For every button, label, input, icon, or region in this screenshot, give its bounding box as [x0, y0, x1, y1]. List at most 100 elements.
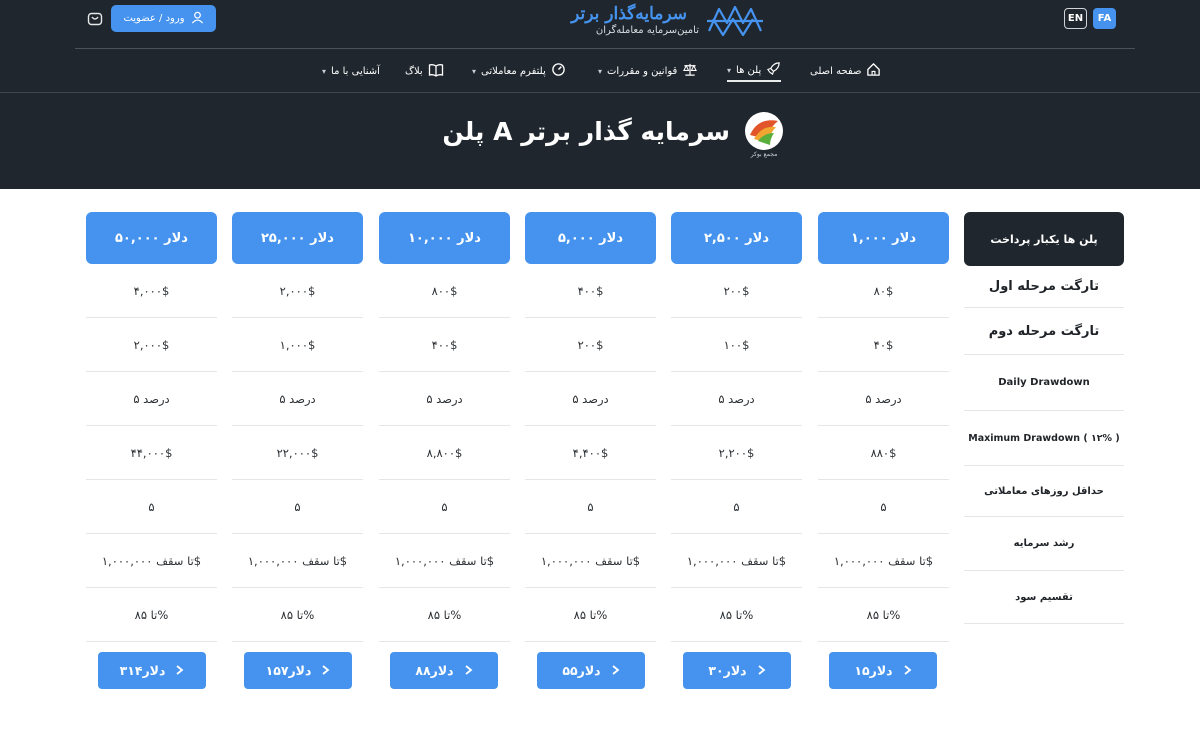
labels-header: پلن ها یکبار پرداخت: [964, 212, 1124, 266]
chevron-right-icon: [903, 663, 912, 678]
plan-header[interactable]: ۱,۰۰۰ دلار: [818, 212, 949, 264]
label-daily-drawdown: Daily Drawdown: [964, 355, 1124, 411]
buy-plan-button[interactable]: ۱۵دلار: [829, 652, 937, 689]
buy-plan-button[interactable]: ۳۱۴دلار: [98, 652, 206, 689]
plan-cell: ۸۸۰$: [818, 426, 949, 480]
label-second-target: تارگت مرحله دوم: [964, 308, 1124, 355]
nav-item-plans[interactable]: ▾ پلن ها: [727, 60, 782, 82]
nav-item-about[interactable]: ▾ آشنایی با ما: [322, 60, 380, 82]
chevron-right-icon: [757, 663, 766, 678]
nav-item-blog[interactable]: بلاگ: [405, 60, 444, 82]
chevron-down-icon: ▾: [598, 66, 603, 76]
plan-cell: ۵: [671, 480, 802, 534]
book-icon: [428, 63, 444, 80]
chevron-down-icon: ▾: [322, 66, 327, 76]
chevron-right-icon: [611, 663, 620, 678]
plan-header[interactable]: ۲۵,۰۰۰ دلار: [232, 212, 363, 264]
page-title: پلن A سرمایه گذار برتر: [442, 117, 730, 146]
chevron-right-icon: [464, 663, 473, 678]
plan-cell: ۲۰۰$: [525, 318, 656, 372]
plan-cell: تا ۸۵%: [86, 588, 217, 642]
buy-plan-button[interactable]: ۵۵دلار: [537, 652, 645, 689]
plan-cell: تا سقف ۱,۰۰۰,۰۰۰$: [818, 534, 949, 588]
plan-cell: ۴,۴۰۰$: [525, 426, 656, 480]
nav-label-blog: بلاگ: [405, 65, 423, 77]
login-label: ورود / عضویت: [123, 13, 185, 24]
plan-cell: تا ۸۵%: [671, 588, 802, 642]
plan-cell: ۲۲,۰۰۰$: [232, 426, 363, 480]
plan-cell: ۱۰۰$: [671, 318, 802, 372]
plan-cell: ۵ درصد: [671, 372, 802, 426]
plan-price: ۱۵دلار: [854, 663, 893, 678]
label-profit-split: تقسیم سود: [964, 571, 1124, 624]
plan-cell: ۴,۰۰۰$: [86, 264, 217, 318]
language-switcher: EN FA: [1064, 8, 1116, 29]
plan-cell: ۲,۰۰۰$: [86, 318, 217, 372]
plan-column: ۵۰,۰۰۰ دلار: [86, 212, 217, 264]
plan-cell: ۵ درصد: [379, 372, 510, 426]
plan-column: ۱۰,۰۰۰ دلار: [379, 212, 510, 264]
plan-cell: ۴۴,۰۰۰$: [86, 426, 217, 480]
nav-item-rules[interactable]: ▾ قوانین و مقررات: [598, 60, 698, 82]
plan-cell: تا سقف ۱,۰۰۰,۰۰۰$: [671, 534, 802, 588]
plan-header[interactable]: ۵,۰۰۰ دلار: [525, 212, 656, 264]
broker-logo-icon: [745, 112, 783, 150]
plan-price: ۵۵دلار: [562, 663, 601, 678]
chevron-right-icon: [321, 663, 330, 678]
top-bar: ورود / عضویت سرمایه‌گذار برتر تامین‌سرما…: [75, 0, 1135, 49]
buy-plan-button[interactable]: ۱۵۷دلار: [244, 652, 352, 689]
plan-cell: تا سقف ۱,۰۰۰,۰۰۰$: [86, 534, 217, 588]
nav-item-platform[interactable]: ▾ پلتفرم معاملاتی: [472, 60, 566, 82]
plan-labels-column: پلن ها یکبار پرداخت تارگت مرحله اول تارگ…: [964, 212, 1124, 624]
plan-price: ۸۸دلار: [415, 663, 454, 678]
nav-label-home: صفحه اصلی: [810, 65, 862, 77]
cart-icon[interactable]: [87, 11, 103, 31]
plan-cell: ۸۰۰$: [379, 264, 510, 318]
nav-label-about: آشنایی با ما: [331, 65, 380, 77]
plan-cell: ۵: [818, 480, 949, 534]
plan-header[interactable]: ۵۰,۰۰۰ دلار: [86, 212, 217, 264]
gauge-icon: [551, 62, 566, 80]
plan-cell: ۵: [86, 480, 217, 534]
rocket-icon: [766, 61, 781, 79]
scales-icon: [682, 62, 698, 80]
plan-price: ۳۱۴دلار: [119, 663, 166, 678]
plan-cell: ۵: [379, 480, 510, 534]
broker-logo-caption: مجمع بوکر: [750, 151, 778, 158]
label-min-trading-days: حداقل روزهای معاملاتی: [964, 466, 1124, 517]
plan-price: ۱۵۷دلار: [265, 663, 312, 678]
site-logo[interactable]: سرمایه‌گذار برتر تامین‌سرمایه معامله‌گرا…: [527, 1, 767, 41]
plan-cell: ۱,۰۰۰$: [232, 318, 363, 372]
buy-plan-button[interactable]: ۸۸دلار: [390, 652, 498, 689]
plan-header[interactable]: ۲,۵۰۰ دلار: [671, 212, 802, 264]
plan-cell: ۵: [232, 480, 363, 534]
label-first-target: تارگت مرحله اول: [964, 266, 1124, 308]
plan-cell: ۵ درصد: [232, 372, 363, 426]
plan-cell: تا ۸۵%: [379, 588, 510, 642]
plan-header[interactable]: ۱۰,۰۰۰ دلار: [379, 212, 510, 264]
plan-column: ۲۵,۰۰۰ دلار: [232, 212, 363, 264]
chevron-down-icon: ▾: [727, 65, 732, 75]
plan-cell: ۲,۰۰۰$: [232, 264, 363, 318]
logo-subtitle: تامین‌سرمایه معامله‌گران: [595, 25, 699, 36]
plan-cell: ۵: [525, 480, 656, 534]
user-icon: [191, 11, 204, 27]
plan-cell: ۸۰$: [818, 264, 949, 318]
chevron-down-icon: ▾: [472, 66, 477, 76]
chevron-right-icon: [175, 663, 184, 678]
hero-section: پلن A سرمایه گذار برتر مجمع بوکر: [0, 93, 1200, 189]
nav-label-rules: قوانین و مقررات: [607, 65, 678, 77]
lang-fa-button[interactable]: FA: [1093, 8, 1116, 29]
label-max-drawdown: Maximum Drawdown ( ۱۲% ): [964, 411, 1124, 466]
nav-item-home[interactable]: صفحه اصلی: [810, 60, 881, 82]
plan-column: ۱,۰۰۰ دلار: [818, 212, 949, 264]
nav-label-platform: پلتفرم معاملاتی: [481, 65, 546, 77]
buy-plan-button[interactable]: ۳۰دلار: [683, 652, 791, 689]
nav-label-plans: پلن ها: [736, 64, 762, 76]
logo-mark-icon: [707, 5, 763, 37]
plan-cell: تا ۸۵%: [818, 588, 949, 642]
plan-price: ۳۰دلار: [708, 663, 747, 678]
site-header: ورود / عضویت سرمایه‌گذار برتر تامین‌سرما…: [0, 0, 1200, 189]
lang-en-button[interactable]: EN: [1064, 8, 1087, 29]
login-register-button[interactable]: ورود / عضویت: [111, 5, 216, 32]
